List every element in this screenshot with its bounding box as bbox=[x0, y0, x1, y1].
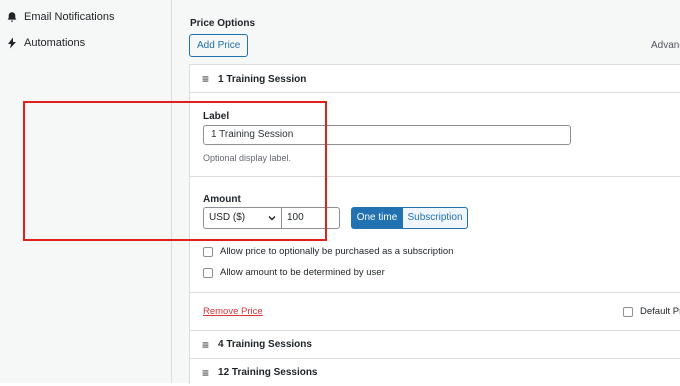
divider bbox=[190, 292, 680, 293]
main-content: Price Options Add Price Advanc ≡ 1 Train… bbox=[172, 0, 680, 386]
bell-icon bbox=[7, 12, 17, 22]
label-heading: Label bbox=[203, 111, 230, 122]
price-title: 12 Training Sessions bbox=[218, 367, 318, 378]
user-amount-checkbox[interactable] bbox=[203, 267, 213, 278]
checkbox-label: Allow amount to be determined by user bbox=[220, 267, 385, 278]
drag-handle-icon[interactable]: ≡ bbox=[202, 73, 209, 85]
divider bbox=[190, 92, 680, 93]
checkbox-label: Default Pr bbox=[640, 306, 680, 317]
price-title: 1 Training Session bbox=[218, 73, 307, 85]
sidebar-item-automations[interactable]: Automations bbox=[6, 37, 85, 49]
chevron-down-icon bbox=[268, 216, 276, 221]
subscription-checkbox[interactable] bbox=[203, 246, 213, 257]
drag-handle-icon[interactable]: ≡ bbox=[202, 367, 209, 379]
amount-input[interactable]: 100 bbox=[281, 207, 340, 229]
drag-handle-icon[interactable]: ≡ bbox=[202, 339, 209, 351]
remove-price-link[interactable]: Remove Price bbox=[203, 306, 263, 317]
sidebar: Email Notifications Automations bbox=[0, 0, 172, 383]
default-price-row[interactable]: Default Pr bbox=[623, 306, 680, 317]
default-price-checkbox[interactable] bbox=[623, 306, 633, 317]
subscription-option-row[interactable]: Allow price to optionally be purchased a… bbox=[203, 246, 453, 257]
price-title: 4 Training Sessions bbox=[218, 339, 312, 350]
currency-value: USD ($) bbox=[209, 212, 246, 223]
label-input[interactable]: 1 Training Session bbox=[203, 125, 571, 145]
sidebar-item-label: Automations bbox=[24, 37, 86, 49]
section-title: Price Options bbox=[190, 18, 256, 29]
currency-select[interactable]: USD ($) bbox=[203, 207, 282, 229]
checkbox-label: Allow price to optionally be purchased a… bbox=[220, 246, 454, 257]
user-amount-option-row[interactable]: Allow amount to be determined by user bbox=[203, 267, 385, 278]
price-row-header[interactable]: ≡ 4 Training Sessions bbox=[190, 330, 680, 358]
sidebar-item-email-notifications[interactable]: Email Notifications bbox=[6, 11, 114, 23]
bolt-icon bbox=[8, 37, 16, 49]
advanced-link[interactable]: Advanc bbox=[651, 40, 680, 51]
one-time-toggle[interactable]: One time bbox=[351, 207, 403, 229]
price-row-header[interactable]: ≡ 12 Training Sessions bbox=[190, 358, 680, 386]
divider bbox=[190, 176, 680, 177]
price-options-box: ≡ 1 Training Session Label 1 Training Se… bbox=[189, 64, 680, 386]
sidebar-item-label: Email Notifications bbox=[24, 11, 115, 23]
amount-heading: Amount bbox=[203, 194, 241, 205]
add-price-button[interactable]: Add Price bbox=[189, 34, 249, 57]
price-row-header[interactable]: ≡ 1 Training Session bbox=[190, 65, 680, 93]
subscription-toggle[interactable]: Subscription bbox=[402, 207, 468, 229]
label-help-text: Optional display label. bbox=[203, 153, 292, 163]
